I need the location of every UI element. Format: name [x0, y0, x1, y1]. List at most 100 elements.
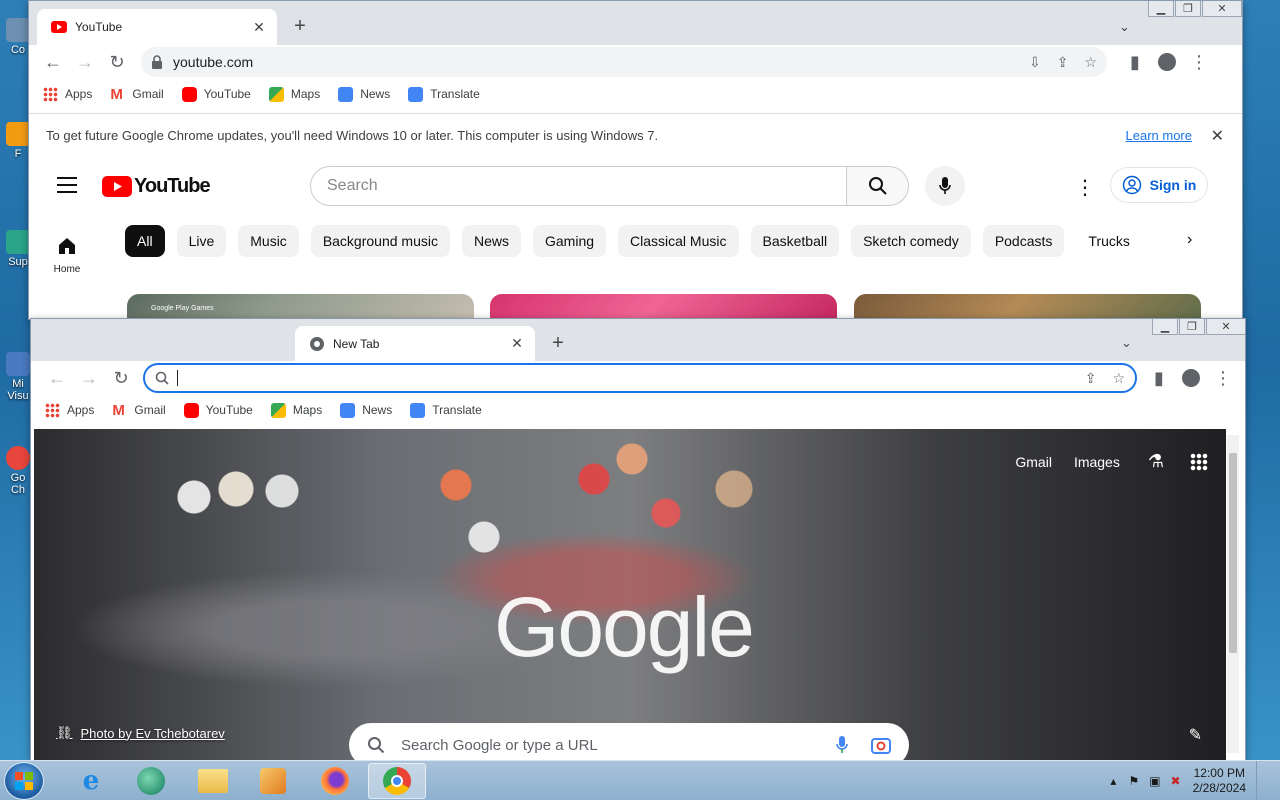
bookmark-youtube[interactable]: YouTube [181, 86, 251, 102]
labs-flask-icon[interactable]: ⚗ [1148, 451, 1164, 472]
chip-podcasts[interactable]: Podcasts [982, 225, 1065, 257]
chip-live[interactable]: Live [176, 225, 227, 257]
microphone-icon [939, 177, 951, 194]
minimize-button[interactable]: ▁ [1152, 319, 1178, 335]
voice-search-button[interactable] [925, 166, 965, 206]
maximize-button[interactable]: ❐ [1179, 319, 1205, 335]
bookmark-apps[interactable]: Apps [43, 86, 92, 102]
chip-gaming[interactable]: Gaming [533, 225, 607, 257]
lens-camera-icon[interactable] [871, 736, 891, 754]
chip-music[interactable]: Music [238, 225, 299, 257]
hamburger-menu-icon[interactable] [57, 177, 77, 193]
back-button[interactable]: ← [37, 47, 69, 77]
bookmark-maps[interactable]: Maps [268, 86, 320, 102]
chip-sketch-comedy[interactable]: Sketch comedy [851, 225, 971, 257]
settings-kebab-icon[interactable]: ⋮ [1075, 175, 1095, 200]
forward-button[interactable]: → [73, 363, 105, 393]
install-icon[interactable]: ⇩ [1029, 54, 1041, 71]
learn-more-link[interactable]: Learn more [1126, 128, 1192, 143]
address-bar[interactable]: youtube.com ⇩ ⇪ ☆ [141, 47, 1107, 77]
maximize-button[interactable]: ❐ [1175, 1, 1201, 17]
youtube-logo[interactable]: YouTube [102, 175, 211, 198]
bookmark-apps[interactable]: Apps [45, 402, 94, 418]
tab-search-chevron-icon[interactable]: ⌄ [1119, 19, 1130, 35]
chip-trucks[interactable]: Trucks [1076, 225, 1141, 257]
gmail-link[interactable]: Gmail [1015, 454, 1052, 470]
taskbar-chrome[interactable] [368, 763, 426, 799]
ntp-scrollbar[interactable] [1227, 435, 1239, 753]
microphone-icon[interactable] [835, 735, 849, 755]
video-thumbnail[interactable] [854, 294, 1201, 319]
start-button[interactable] [4, 762, 44, 800]
chip-all[interactable]: All [125, 225, 165, 257]
new-tab-button[interactable]: + [287, 13, 313, 39]
scrollbar-thumb[interactable] [1229, 453, 1237, 653]
taskbar-clock[interactable]: 12:00 PM 2/28/2024 [1193, 766, 1246, 796]
gmail-icon: M [110, 85, 123, 103]
minimize-button[interactable]: ▁ [1148, 1, 1174, 17]
volume-muted-icon[interactable]: ✖ [1171, 774, 1181, 788]
share-icon[interactable]: ⇪ [1057, 54, 1069, 71]
action-center-flag-icon[interactable]: ⚑ [1128, 774, 1139, 788]
guide-home[interactable]: Home [47, 235, 87, 275]
taskbar-media-player[interactable] [244, 763, 302, 799]
chip-basketball[interactable]: Basketball [750, 225, 840, 257]
new-tab-button[interactable]: + [545, 330, 571, 356]
bookmark-maps[interactable]: Maps [270, 402, 322, 418]
app-icon [6, 122, 30, 146]
bookmark-star-icon[interactable]: ☆ [1084, 54, 1097, 71]
menu-kebab-icon[interactable]: ⋮ [1183, 47, 1215, 77]
reload-button[interactable]: ↻ [105, 363, 137, 393]
show-hidden-icons-chevron-icon[interactable]: ▴ [1110, 774, 1116, 788]
bookmark-translate[interactable]: Translate [410, 402, 482, 418]
chip-background-music[interactable]: Background music [310, 225, 450, 257]
video-thumbnail[interactable]: Google Play Games [127, 294, 474, 319]
close-window-button[interactable]: ✕ [1202, 1, 1242, 17]
video-thumbnail[interactable] [490, 294, 837, 319]
close-tab-icon[interactable]: ✕ [509, 335, 525, 352]
reload-button[interactable]: ↻ [101, 47, 133, 77]
taskbar-app-globe[interactable] [122, 763, 180, 799]
profile-avatar-icon[interactable] [1151, 47, 1183, 77]
images-link[interactable]: Images [1074, 454, 1120, 470]
desktop-icon-google-chrome[interactable]: Go Ch [4, 446, 32, 496]
bookmark-news[interactable]: News [338, 86, 390, 102]
google-apps-grid-icon[interactable] [1190, 452, 1208, 471]
close-tab-icon[interactable]: ✕ [251, 19, 267, 35]
back-button[interactable]: ← [41, 363, 73, 393]
address-bar[interactable]: ⇪ ☆ [143, 363, 1137, 393]
side-panel-icon[interactable]: ▮ [1143, 363, 1175, 393]
menu-kebab-icon[interactable]: ⋮ [1207, 363, 1239, 393]
close-window-button[interactable]: ✕ [1206, 319, 1245, 335]
infobar-message: To get future Google Chrome updates, you… [46, 128, 659, 143]
side-panel-icon[interactable]: ▮ [1119, 47, 1151, 77]
network-icon[interactable]: ▣ [1149, 774, 1160, 788]
bookmark-news[interactable]: News [340, 402, 392, 418]
bookmark-youtube[interactable]: YouTube [183, 402, 253, 418]
tab-new-tab[interactable]: New Tab ✕ [295, 326, 535, 361]
taskbar-internet-explorer[interactable]: e [62, 763, 120, 799]
youtube-search-input[interactable]: Search [310, 166, 847, 206]
show-desktop-button[interactable] [1256, 761, 1266, 800]
computer-icon [6, 18, 30, 42]
forward-button[interactable]: → [69, 47, 101, 77]
tab-youtube[interactable]: YouTube ✕ [37, 9, 277, 45]
sign-in-button[interactable]: Sign in [1110, 167, 1208, 203]
bookmark-star-icon[interactable]: ☆ [1112, 370, 1125, 387]
photo-credit-link[interactable]: ⛓ Photo by Ev Tchebotarev [56, 725, 225, 741]
share-icon[interactable]: ⇪ [1085, 370, 1097, 387]
bookmark-gmail[interactable]: M Gmail [110, 87, 163, 102]
desktop-icon-visual-studio[interactable]: Mi Visu [4, 352, 32, 402]
chip-next-chevron-icon[interactable]: › [1187, 231, 1192, 249]
taskbar-file-explorer[interactable] [184, 763, 242, 799]
bookmark-gmail[interactable]: M Gmail [112, 403, 165, 418]
taskbar-firefox[interactable] [306, 763, 364, 799]
profile-avatar-icon[interactable] [1175, 363, 1207, 393]
close-icon[interactable]: ✕ [1211, 126, 1224, 146]
customize-pencil-icon[interactable]: ✎ [1189, 725, 1202, 745]
chip-classical-music[interactable]: Classical Music [618, 225, 739, 257]
chip-news[interactable]: News [461, 225, 521, 257]
tab-search-chevron-icon[interactable]: ⌄ [1121, 335, 1132, 351]
youtube-search-button[interactable] [847, 166, 909, 206]
bookmark-translate[interactable]: Translate [408, 86, 480, 102]
